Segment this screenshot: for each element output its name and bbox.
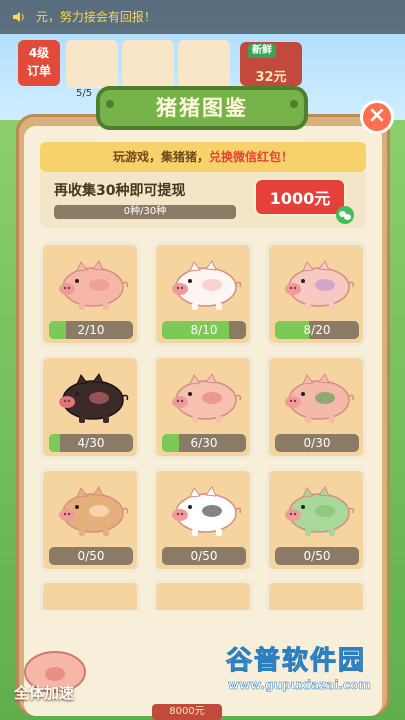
- pig-progress-bar: 0/30: [275, 434, 359, 452]
- pig-count: 0/50: [190, 549, 218, 563]
- pig-progress-bar: 4/30: [49, 434, 133, 452]
- pig-card-bandit-pig[interactable]: 6/30: [153, 355, 253, 459]
- withdraw-button[interactable]: 1000元: [254, 178, 346, 216]
- close-button[interactable]: ×: [360, 100, 394, 134]
- speedup-all-button[interactable]: 全体加速: [14, 682, 74, 703]
- footer-price: 8000元: [152, 704, 222, 720]
- watermark-url: www.gupuxiazai.com: [228, 678, 371, 693]
- pig-count: 0/50: [77, 549, 105, 563]
- pig-count: 8/10: [190, 323, 218, 337]
- pig-card-egg-pig[interactable]: 0/50: [40, 468, 140, 572]
- promo-text: 玩游戏，集猪猪，: [112, 150, 209, 164]
- order-label: 订单: [26, 64, 51, 78]
- pig-progress-bar: 0/50: [49, 547, 133, 565]
- pig-card-partial[interactable]: [266, 580, 366, 610]
- watermelon-pig-icon: [285, 373, 355, 423]
- close-icon: ×: [367, 103, 387, 128]
- pig-count: 2/10: [77, 323, 105, 337]
- notice-bar: 元，努力接会有回报！: [0, 0, 405, 34]
- pig-card-white-pig[interactable]: 8/10: [153, 242, 253, 346]
- order-pig-slot: [122, 40, 174, 88]
- overalls-pig-icon: [285, 260, 355, 310]
- pig-count: 4/30: [77, 436, 105, 450]
- pig-card-watermelon-pig[interactable]: 0/30: [266, 355, 366, 459]
- pig-card-black-pig[interactable]: 4/30: [40, 355, 140, 459]
- new-badge: 新鲜: [248, 44, 276, 58]
- white-pig-icon: [172, 260, 242, 310]
- pig-card-panda-pig[interactable]: 0/50: [153, 468, 253, 572]
- pig-card-green-pig[interactable]: 0/50: [266, 468, 366, 572]
- order-pig-slot: [178, 40, 230, 88]
- promo-banner: 玩游戏，集猪猪，兑换微信红包！: [40, 142, 366, 172]
- collect-hint: 再收集30种即可提现: [54, 183, 186, 199]
- promo-highlight: 兑换微信红包！: [209, 150, 294, 164]
- notice-text: 元，努力接会有回报！: [35, 10, 156, 24]
- pig-card-partial[interactable]: [153, 580, 253, 610]
- black-pig-icon: [59, 373, 129, 423]
- collect-progress-text: 0种/30种: [123, 206, 167, 217]
- wechat-icon: [336, 206, 354, 224]
- pig-progress-bar: 6/30: [162, 434, 246, 452]
- pig-card-pink-pig[interactable]: 2/10: [40, 242, 140, 346]
- notice: 元，努力接会有回报！: [12, 8, 156, 25]
- pig-count: 6/30: [190, 436, 218, 450]
- watermark-brand: 谷普软件园: [225, 646, 367, 677]
- pig-count: 8/20: [303, 323, 331, 337]
- order-level-badge[interactable]: 4级 订单: [18, 40, 60, 86]
- order-price: 32元: [255, 70, 287, 85]
- pig-card-partial[interactable]: [40, 580, 140, 610]
- panda-pig-icon: [172, 486, 242, 536]
- site-watermark: 谷普软件园 www.gupuxiazai.com: [220, 640, 405, 720]
- pig-progress-bar: 8/20: [275, 321, 359, 339]
- pink-pig-icon: [59, 260, 129, 310]
- green-pig-icon: [285, 486, 355, 536]
- order-count: 5/5: [76, 88, 93, 99]
- egg-pig-icon: [59, 486, 129, 536]
- pig-count: 0/50: [303, 549, 331, 563]
- modal-title: 猪猪图鉴: [156, 96, 248, 120]
- order-level: 4级: [28, 46, 50, 60]
- speaker-icon: [13, 12, 24, 22]
- bandit-pig-icon: [172, 373, 242, 423]
- pig-progress-bar: 0/50: [162, 547, 246, 565]
- pig-progress-bar: 0/50: [275, 547, 359, 565]
- pig-progress-bar: 8/10: [162, 321, 246, 339]
- order-price-tag[interactable]: 新鲜 32元: [240, 42, 302, 86]
- pig-progress-bar: 2/10: [49, 321, 133, 339]
- order-pig-slot: [66, 40, 118, 88]
- pig-card-overalls-pig[interactable]: 8/20: [266, 242, 366, 346]
- pig-count: 0/30: [303, 436, 331, 450]
